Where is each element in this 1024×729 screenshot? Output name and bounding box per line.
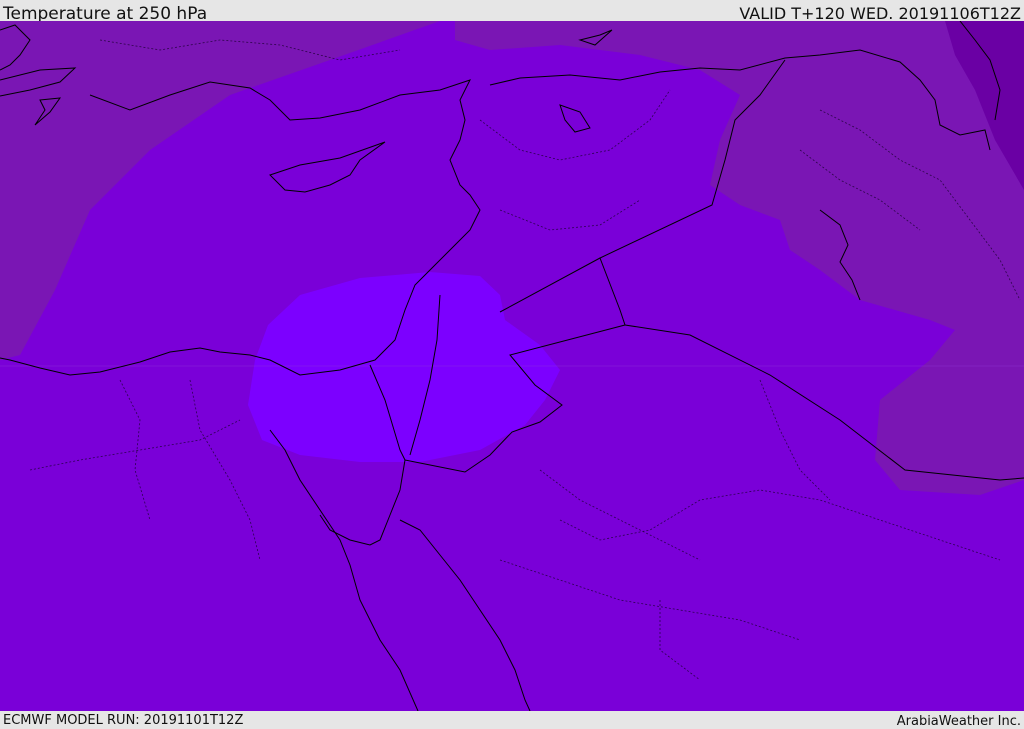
credit-label: ArabiaWeather Inc. <box>896 714 1021 729</box>
map-window: Temperature at 250 hPa VALID T+120 WED. … <box>0 0 1024 729</box>
temperature-map <box>0 21 1024 711</box>
model-run-label: ECMWF MODEL RUN: 20191101T12Z <box>3 713 244 728</box>
